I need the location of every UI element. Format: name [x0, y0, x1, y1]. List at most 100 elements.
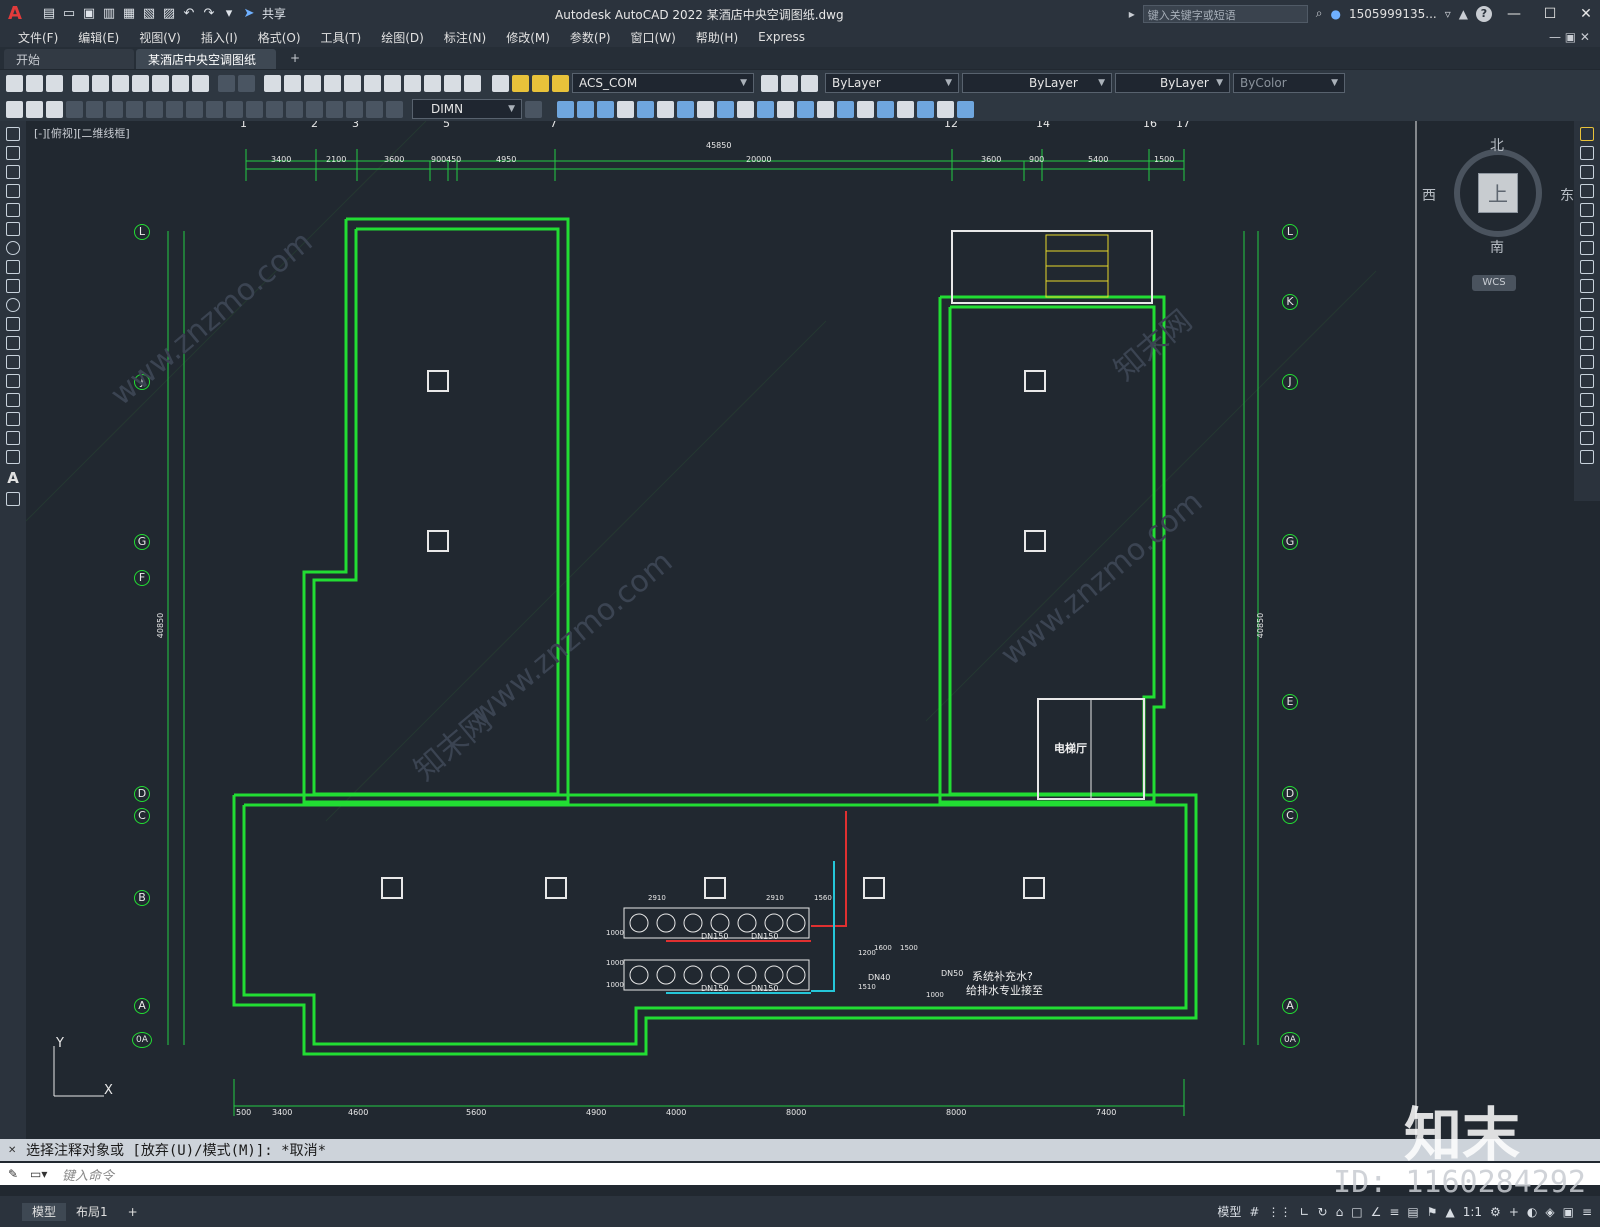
maximize-button[interactable]: ☐	[1536, 6, 1564, 22]
dim-edit-icon[interactable]	[346, 100, 363, 118]
viewcube-north[interactable]: 北	[1490, 135, 1504, 155]
menu-view[interactable]: 视图(V)	[129, 29, 191, 46]
help-icon[interactable]: ?	[1476, 5, 1492, 22]
layer-manager-icon[interactable]	[492, 74, 509, 92]
cart-icon[interactable]: ▿	[1445, 7, 1451, 21]
menu-file[interactable]: 文件(F)	[8, 29, 68, 46]
make-current-icon[interactable]	[761, 74, 778, 92]
transparency-icon[interactable]: ▤	[1407, 1205, 1418, 1219]
dim-arc-icon[interactable]	[46, 100, 63, 118]
scale-icon[interactable]	[1580, 260, 1594, 274]
open-file-icon[interactable]: ▭	[62, 6, 76, 21]
hardware-accel-icon[interactable]: ◈	[1545, 1205, 1554, 1219]
gradient-icon[interactable]	[6, 412, 20, 426]
qnew-icon[interactable]	[6, 74, 23, 92]
undo-tb-icon[interactable]	[218, 74, 235, 92]
viewcube-south[interactable]: 南	[1490, 237, 1504, 257]
dim-diameter-icon[interactable]	[126, 100, 143, 118]
print-icon[interactable]	[72, 74, 89, 92]
tab-layout1[interactable]: 布局1	[66, 1203, 118, 1221]
workspace-icon[interactable]: ⚙	[1490, 1205, 1501, 1219]
tab-model[interactable]: 模型	[22, 1202, 67, 1221]
circle-icon[interactable]	[6, 241, 20, 255]
save-icon[interactable]	[46, 74, 63, 92]
3d-rotate-icon[interactable]	[957, 100, 974, 118]
menu-edit[interactable]: 编辑(E)	[68, 29, 129, 46]
annotation-scale[interactable]: 1:1	[1463, 1205, 1482, 1219]
mdi-controls[interactable]: — ▣ ✕	[1549, 30, 1590, 44]
hatch-icon[interactable]	[6, 393, 20, 407]
blend-icon[interactable]	[1580, 431, 1594, 445]
3d-slice-icon[interactable]	[857, 100, 874, 118]
layer-freeze-icon[interactable]	[532, 74, 549, 92]
customize-icon[interactable]: ✎	[8, 1167, 18, 1181]
save-as-icon[interactable]: ▥	[102, 6, 116, 21]
dim-continue-icon[interactable]	[206, 100, 223, 118]
3d-cone-icon[interactable]	[597, 100, 614, 118]
tolerance-icon[interactable]	[266, 100, 283, 118]
dim-ordinate-icon[interactable]	[66, 100, 83, 118]
polyline-icon[interactable]	[6, 165, 20, 179]
layer-on-icon[interactable]	[512, 74, 529, 92]
fillet-icon[interactable]	[1580, 412, 1594, 426]
pan-icon[interactable]	[264, 74, 281, 92]
revcloud-icon[interactable]	[6, 260, 20, 274]
osnap-icon[interactable]: □	[1351, 1205, 1362, 1219]
matchprop-icon[interactable]	[192, 74, 209, 92]
minimize-button[interactable]: —	[1500, 6, 1528, 22]
center-mark-icon[interactable]	[286, 100, 303, 118]
3d-loft-icon[interactable]	[757, 100, 774, 118]
menu-format[interactable]: 格式(O)	[248, 29, 311, 46]
save-icon[interactable]: ▣	[82, 6, 96, 21]
search-icon[interactable]: ⌕	[1316, 6, 1323, 21]
construction-line-icon[interactable]	[6, 146, 20, 160]
menu-tools[interactable]: 工具(T)	[311, 29, 372, 46]
3d-array-icon[interactable]	[917, 100, 934, 118]
recent-commands-icon[interactable]: ▭▾	[30, 1167, 47, 1181]
share-label[interactable]: 共享	[262, 7, 286, 21]
otrack-icon[interactable]: ∠	[1371, 1205, 1382, 1219]
3d-section-icon[interactable]	[877, 100, 894, 118]
paste-icon[interactable]	[172, 74, 189, 92]
zoom-window-icon[interactable]	[304, 74, 321, 92]
viewcube-west[interactable]: 西	[1422, 185, 1436, 205]
properties-icon[interactable]	[344, 74, 361, 92]
tool-palettes-icon[interactable]	[384, 74, 401, 92]
rotate-icon[interactable]	[1580, 241, 1594, 255]
dim-baseline-icon[interactable]	[186, 100, 203, 118]
array-icon[interactable]	[1580, 203, 1594, 217]
menu-draw[interactable]: 绘图(D)	[371, 29, 434, 46]
calculator-icon[interactable]	[444, 74, 461, 92]
save-web-icon[interactable]: ▧	[142, 6, 156, 21]
break-icon[interactable]	[1580, 355, 1594, 369]
layer-lock-icon[interactable]	[552, 74, 569, 92]
plus-icon[interactable]: +	[1509, 1205, 1519, 1219]
menu-window[interactable]: 窗口(W)	[621, 29, 686, 46]
break-point-icon[interactable]	[1580, 336, 1594, 350]
zoom-previous-icon[interactable]	[324, 74, 341, 92]
offset-icon[interactable]	[1580, 184, 1594, 198]
dim-text-edit-icon[interactable]	[366, 100, 383, 118]
trim-icon[interactable]	[1580, 298, 1594, 312]
share-icon[interactable]: ➤	[242, 6, 256, 21]
insert-block-icon[interactable]	[6, 336, 20, 350]
customization-icon[interactable]: ≡	[1582, 1205, 1592, 1219]
layer-iso-icon[interactable]	[801, 74, 818, 92]
undo-icon[interactable]: ↶	[182, 6, 196, 21]
viewcube-east[interactable]: 东	[1560, 185, 1574, 205]
close-button[interactable]: ✕	[1572, 6, 1600, 22]
3d-extrude-icon[interactable]	[697, 100, 714, 118]
lineweight-icon[interactable]: ≡	[1389, 1205, 1399, 1219]
dimstyle-manager-icon[interactable]	[525, 100, 542, 118]
3d-subtract-icon[interactable]	[817, 100, 834, 118]
menu-express[interactable]: Express	[748, 30, 815, 44]
3d-align-icon[interactable]	[897, 100, 914, 118]
viewcube[interactable]: 上 北 南 西 东	[1422, 138, 1574, 256]
new-tab-button[interactable]: +	[278, 49, 312, 69]
autodesk-a360-icon[interactable]: ▲	[1459, 7, 1468, 21]
viewcube-top-face[interactable]: 上	[1478, 173, 1518, 213]
move-icon[interactable]	[1580, 222, 1594, 236]
quick-dim-icon[interactable]	[166, 100, 183, 118]
ellipse-icon[interactable]	[6, 298, 20, 312]
dim-update-icon[interactable]	[386, 100, 403, 118]
